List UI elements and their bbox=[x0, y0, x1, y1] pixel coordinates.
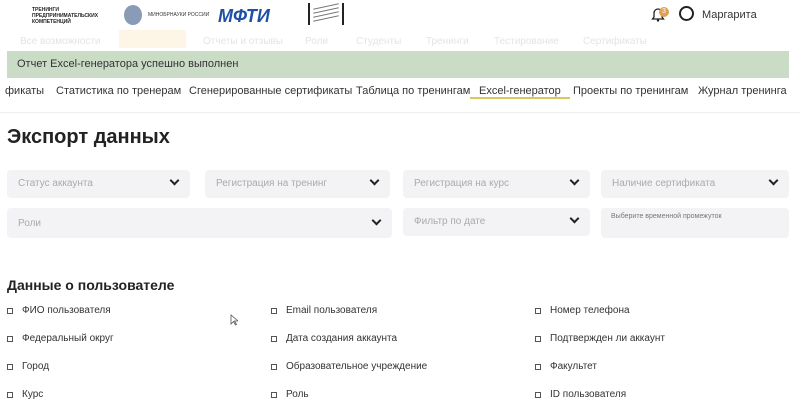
nav-item[interactable]: Тренинги bbox=[426, 36, 469, 47]
success-toast: Отчет Excel-генератора успешно выполнен bbox=[7, 51, 789, 78]
field-checkbox[interactable]: Город bbox=[7, 361, 49, 372]
field-checkbox[interactable]: ID пользователя bbox=[535, 389, 626, 400]
date-range-input[interactable]: Выберите временной промежуток bbox=[601, 208, 789, 238]
date-range-placeholder: Выберите временной промежуток bbox=[611, 213, 722, 220]
select-label: Регистрация на курс bbox=[414, 178, 510, 189]
checkbox-icon[interactable] bbox=[271, 335, 277, 342]
nav-item[interactable]: Роли bbox=[305, 36, 328, 47]
checkbox-label: Факультет bbox=[550, 361, 597, 372]
user-avatar-icon[interactable] bbox=[679, 6, 694, 21]
checkbox-label: Город bbox=[22, 361, 50, 372]
checkbox-icon[interactable] bbox=[7, 363, 13, 370]
date-filter-select[interactable]: Фильтр по дате bbox=[403, 208, 590, 236]
select-label: Фильтр по дате bbox=[414, 216, 486, 227]
roles-select[interactable]: Роли bbox=[7, 208, 392, 238]
checkbox-icon[interactable] bbox=[7, 391, 13, 398]
select-label: Роли bbox=[18, 218, 41, 229]
chevron-down-icon bbox=[569, 175, 580, 186]
chevron-down-icon bbox=[371, 215, 382, 226]
checkbox-icon[interactable] bbox=[271, 307, 277, 314]
checkbox-icon[interactable] bbox=[7, 307, 13, 314]
checkbox-label: Номер телефона bbox=[550, 305, 630, 316]
field-checkbox[interactable]: Роль bbox=[271, 389, 309, 400]
header: ТРЕНИНГИ ПРЕДПРИНИМАТЕЛЬСКИХ КОМПЕТЕНЦИЙ… bbox=[0, 0, 800, 30]
nav-item[interactable]: Тестирование bbox=[494, 36, 559, 47]
checkbox-icon[interactable] bbox=[535, 363, 541, 370]
checkbox-label: Email пользователя bbox=[286, 305, 378, 316]
field-checkbox[interactable]: Образовательное учреждение bbox=[271, 361, 427, 372]
checkbox-icon[interactable] bbox=[535, 335, 541, 342]
tab-training-projects[interactable]: Проекты по тренингам bbox=[573, 85, 688, 97]
field-checkbox[interactable]: Email пользователя bbox=[271, 305, 377, 316]
nav-item[interactable]: Студенты bbox=[356, 36, 401, 47]
emblem-icon bbox=[124, 5, 142, 25]
chevron-down-icon bbox=[169, 175, 180, 186]
checkbox-icon[interactable] bbox=[535, 307, 541, 314]
checkbox-label: ФИО пользователя bbox=[22, 305, 111, 316]
nav-item[interactable]: Сертификаты bbox=[583, 36, 647, 47]
tab-training-table[interactable]: Таблица по тренингам bbox=[356, 85, 470, 97]
tab-excel-generator[interactable]: Excel-генератор bbox=[470, 85, 570, 99]
checkbox-label: Подтвержден ли аккаунт bbox=[550, 333, 665, 344]
nav-item[interactable]: Отчеты и отзывы bbox=[203, 36, 283, 47]
field-checkbox[interactable]: Номер телефона bbox=[535, 305, 630, 316]
field-checkbox[interactable]: Подтвержден ли аккаунт bbox=[535, 333, 665, 344]
mouse-cursor-icon bbox=[230, 314, 238, 326]
ministry-text: МИНОБРНАУКИ РОССИИ bbox=[148, 12, 210, 18]
tab-trainer-stats[interactable]: Статистика по тренерам bbox=[56, 85, 181, 97]
account-status-select[interactable]: Статус аккаунта bbox=[7, 170, 190, 198]
select-label: Регистрация на тренинг bbox=[216, 178, 328, 189]
select-label: Наличие сертификата bbox=[612, 178, 716, 189]
nav-active-highlight bbox=[119, 30, 186, 48]
field-checkbox[interactable]: Федеральный округ bbox=[7, 333, 114, 344]
nav-item[interactable]: Все возможности bbox=[20, 36, 101, 47]
section-title: Данные о пользователе bbox=[7, 277, 175, 293]
checkbox-label: ID пользователя bbox=[550, 389, 627, 400]
checkbox-label: Федеральный округ bbox=[22, 333, 114, 344]
chevron-down-icon bbox=[768, 175, 779, 186]
field-checkbox[interactable]: Факультет bbox=[535, 361, 597, 372]
field-checkbox[interactable]: Курс bbox=[7, 389, 43, 400]
course-registration-select[interactable]: Регистрация на курс bbox=[403, 170, 590, 198]
training-registration-select[interactable]: Регистрация на тренинг bbox=[205, 170, 390, 198]
tab-training-journal[interactable]: Журнал тренинга bbox=[698, 85, 787, 97]
training-logo[interactable]: ТРЕНИНГИ ПРЕДПРИНИМАТЕЛЬСКИХ КОМПЕТЕНЦИЙ bbox=[32, 7, 112, 25]
tab-certificates[interactable]: фикаты bbox=[5, 85, 44, 97]
mfti-logo: МФТИ bbox=[218, 6, 270, 26]
certificate-select[interactable]: Наличие сертификата bbox=[601, 170, 789, 198]
checkbox-label: Дата создания аккаунта bbox=[286, 333, 398, 344]
select-label: Статус аккаунта bbox=[18, 178, 93, 189]
checkbox-label: Курс bbox=[22, 389, 44, 400]
checkbox-icon[interactable] bbox=[271, 363, 277, 370]
tab-generated-certificates[interactable]: Сгенерированные сертификаты bbox=[189, 85, 352, 97]
checkbox-label: Образовательное учреждение bbox=[286, 361, 428, 372]
background-nav: Все возможности Отчеты и отзывы Роли Сту… bbox=[0, 30, 800, 51]
checkbox-icon[interactable] bbox=[7, 335, 13, 342]
partner-logo bbox=[308, 3, 344, 25]
ministry-logo: МИНОБРНАУКИ РОССИИ bbox=[124, 5, 209, 25]
notification-badge: 3 bbox=[659, 7, 669, 17]
checkbox-icon[interactable] bbox=[535, 391, 541, 398]
field-checkbox[interactable]: ФИО пользователя bbox=[7, 305, 111, 316]
user-name[interactable]: Маргарита bbox=[702, 9, 757, 21]
chevron-down-icon bbox=[569, 213, 580, 224]
field-checkbox[interactable]: Дата создания аккаунта bbox=[271, 333, 397, 344]
checkbox-icon[interactable] bbox=[271, 391, 277, 398]
tab-bar: фикаты Статистика по тренерам Сгенериров… bbox=[0, 85, 800, 113]
checkbox-label: Роль bbox=[286, 389, 309, 400]
page-title: Экспорт данных bbox=[7, 126, 170, 148]
chevron-down-icon bbox=[369, 175, 380, 186]
